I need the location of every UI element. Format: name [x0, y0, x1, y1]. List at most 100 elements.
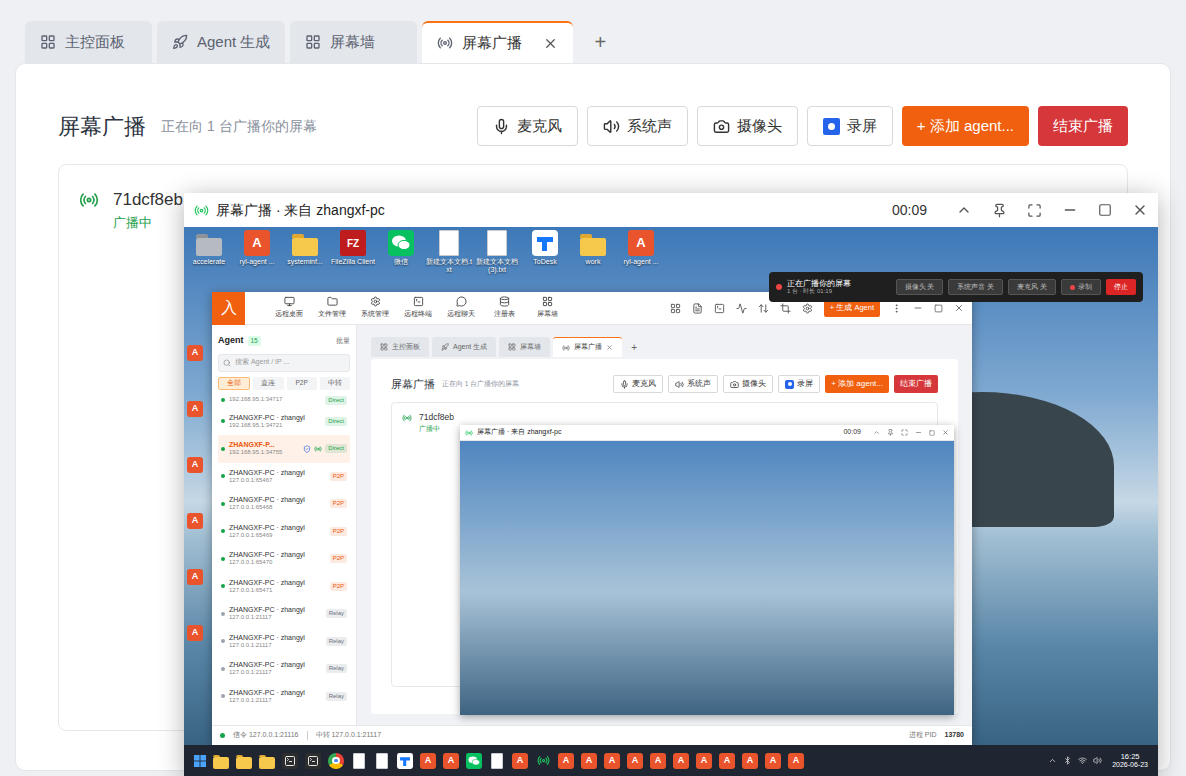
ryl-agent-icon[interactable]: A [512, 753, 528, 769]
danger-button[interactable]: 结束广播 [1038, 106, 1128, 146]
filezilla-icon[interactable]: FZ [340, 230, 366, 256]
terminal-icon[interactable] [714, 303, 725, 314]
nav-item[interactable]: 系统管理 [355, 296, 395, 320]
toggle-button[interactable]: 系统声音 关 [948, 279, 1003, 295]
record-button[interactable]: 录屏 [778, 375, 820, 393]
desktop-icon[interactable]: 新建文本文档.txt [426, 230, 472, 274]
desktop-icon[interactable]: FZFileZilla Client [330, 230, 376, 274]
ryl-agent-icon[interactable]: A [765, 753, 781, 769]
speaker-button[interactable]: 系统声 [587, 106, 688, 146]
ryl-agent-icon[interactable]: A [627, 753, 643, 769]
document-icon[interactable] [484, 230, 510, 256]
clock[interactable]: 16:252026-06-23 [1112, 752, 1148, 769]
filter-chip[interactable]: 直连 [253, 377, 283, 390]
tab[interactable]: 屏幕墙 [290, 21, 417, 63]
ryl-agent-icon[interactable]: A [788, 753, 804, 769]
agent-row[interactable]: ZHANGXF-PC · zhangyl127.0.0.1:65471P2P [218, 573, 350, 601]
tab[interactable]: Agent 生成 [432, 337, 496, 357]
desktop-icon[interactable]: work [570, 230, 616, 274]
ryl-agent-icon[interactable]: A [187, 345, 203, 361]
minimize-icon[interactable] [1062, 202, 1078, 218]
agent-row[interactable]: ZHANGXF-PC · zhangyl127.0.0.1:65470P2P [218, 545, 350, 573]
document-icon[interactable] [489, 753, 505, 769]
nav-item[interactable]: 远程桌面 [269, 296, 309, 320]
tab[interactable]: 屏幕墙 [499, 337, 550, 357]
record-button[interactable]: 录制 [1061, 279, 1101, 295]
ryl-agent-icon[interactable]: A [696, 753, 712, 769]
desktop-icon[interactable]: Aryl-agent ... [234, 230, 280, 274]
tab[interactable]: 屏幕广播 [422, 21, 573, 63]
close-icon[interactable] [1132, 202, 1148, 218]
add-tab-button[interactable]: + [578, 21, 622, 63]
desktop-icon[interactable]: accelerate [186, 230, 232, 274]
close-icon[interactable] [606, 344, 613, 351]
nav-item[interactable]: 远程终端 [398, 296, 438, 320]
folder-icon[interactable] [196, 230, 222, 256]
ryl-agent-icon[interactable]: A [187, 457, 203, 473]
add-tab-button[interactable]: + [625, 337, 643, 357]
ryl-agent-icon[interactable]: A [581, 753, 597, 769]
ryl-agent-icon[interactable]: A [187, 569, 203, 585]
ryl-agent-icon[interactable]: A [187, 513, 203, 529]
mic-button[interactable]: 麦克风 [613, 375, 663, 393]
nav-item[interactable]: 远程聊天 [441, 296, 481, 320]
maximize-icon[interactable] [929, 430, 935, 436]
ryl-agent-icon[interactable]: A [558, 753, 574, 769]
close-icon[interactable] [942, 429, 949, 436]
camera-button[interactable]: 摄像头 [723, 375, 773, 393]
primary-button[interactable]: + 添加 agent... [825, 375, 889, 393]
tab[interactable]: 主控面板 [371, 337, 429, 357]
document-icon[interactable] [692, 303, 703, 314]
pin-icon[interactable] [992, 203, 1007, 218]
crop-icon[interactable] [780, 303, 791, 314]
agent-row[interactable]: ZHANGXF-PC · zhangyl127.0.0.1:65467P2P [218, 463, 350, 491]
filter-chip[interactable]: P2P [287, 377, 317, 390]
volume-icon[interactable] [1093, 756, 1102, 765]
tray-expand-icon[interactable] [1048, 756, 1057, 765]
stop-button[interactable]: 停止 [1106, 279, 1136, 295]
windows-start-icon[interactable] [194, 755, 206, 767]
mic-button[interactable]: 麦克风 [477, 106, 578, 146]
todesk-icon[interactable] [532, 230, 558, 256]
document-icon[interactable] [374, 753, 390, 769]
ryl-agent-icon[interactable]: A [443, 753, 459, 769]
folder-icon[interactable] [236, 753, 252, 769]
ryl-agent-icon[interactable]: A [420, 753, 436, 769]
close-icon[interactable] [543, 36, 558, 51]
speaker-button[interactable]: 系统声 [668, 375, 718, 393]
agent-row[interactable]: ZHANGXF-PC · zhangyl127.0.0.1:21117Relay [218, 655, 350, 683]
nav-item[interactable]: 文件管理 [312, 296, 352, 320]
collapse-icon[interactable] [956, 202, 972, 218]
grid-icon[interactable] [670, 303, 681, 314]
nav-item[interactable]: 屏幕墙 [527, 296, 567, 320]
danger-button[interactable]: 结束广播 [894, 375, 938, 393]
agent-row[interactable]: 192.168.95.1:34717Direct [218, 393, 350, 408]
collapse-icon[interactable] [873, 429, 880, 436]
ryl-agent-icon[interactable]: A [187, 625, 203, 641]
maximize-icon[interactable] [934, 304, 943, 313]
desktop-icon[interactable]: systeminf... [282, 230, 328, 274]
batch-button[interactable]: 批量 [336, 336, 350, 347]
primary-button[interactable]: + 添加 agent... [902, 106, 1029, 146]
ryl-agent-icon[interactable]: A [604, 753, 620, 769]
agent-row[interactable]: ZHANGXF-P...192.168.95.1:34755Direct [218, 435, 350, 463]
ryl-agent-icon[interactable]: A [719, 753, 735, 769]
agent-row[interactable]: ZHANGXF-PC · zhangyl127.0.0.1:65468P2P [218, 490, 350, 518]
document-icon[interactable] [351, 753, 367, 769]
terminal-icon[interactable] [282, 753, 298, 769]
wifi-icon[interactable] [1078, 756, 1087, 765]
filter-chip[interactable]: 中转 [320, 377, 350, 390]
tab[interactable]: 屏幕广播 [553, 337, 622, 357]
tab[interactable]: 主控面板 [25, 21, 152, 63]
toggle-button[interactable]: 麦克风 关 [1008, 279, 1056, 295]
desktop-icon[interactable]: ToDesk [522, 230, 568, 274]
transfer-icon[interactable] [758, 303, 769, 314]
folder-icon[interactable] [292, 230, 318, 256]
ryl-agent-icon[interactable]: A [244, 230, 270, 256]
record-button[interactable]: 录屏 [807, 106, 893, 146]
pin-icon[interactable] [887, 429, 894, 436]
agent-row[interactable]: ZHANGXF-PC · zhangyl127.0.0.1:65469P2P [218, 518, 350, 546]
wechat-icon[interactable] [466, 753, 482, 769]
tab[interactable]: Agent 生成 [157, 21, 285, 63]
fullscreen-icon[interactable] [1027, 203, 1042, 218]
